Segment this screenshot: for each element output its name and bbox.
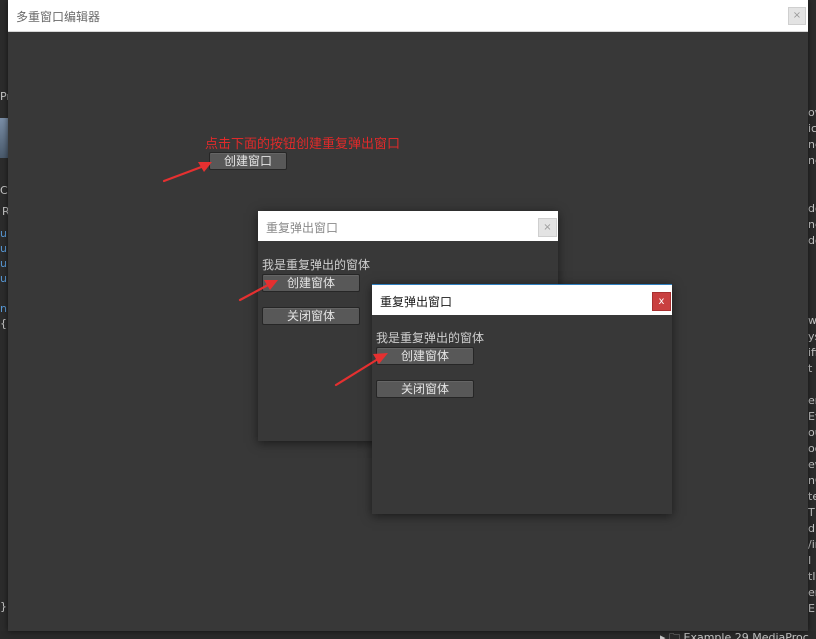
background-text: w (808, 314, 816, 327)
background-text: ew (808, 458, 816, 471)
background-text: ifi (808, 346, 816, 359)
background-text: T (808, 506, 815, 519)
background-code-text: u (0, 257, 7, 270)
main-window-close-button[interactable]: × (788, 7, 806, 25)
background-text: dl (808, 522, 816, 535)
background-text: ne (808, 218, 816, 231)
background-text: nc (808, 154, 816, 167)
background-text: nc (808, 138, 816, 151)
background-text: nC (808, 474, 816, 487)
main-window-title: 多重窗口编辑器 (16, 10, 101, 24)
red-arrow-annotation (162, 162, 212, 183)
arrow-shaft (334, 357, 380, 387)
background-code-text: u (0, 272, 7, 285)
background-text: ic (808, 122, 816, 135)
close-icon: x (658, 296, 665, 307)
create-window-button[interactable]: 创建窗口 (209, 152, 287, 170)
arrow-shaft (162, 164, 206, 183)
background-text: Co (0, 184, 8, 197)
popup-message: 我是重复弹出的窗体 (262, 258, 371, 272)
popup-message: 我是重复弹出的窗体 (376, 331, 485, 345)
popup-title: 重复弹出窗口 (380, 295, 453, 309)
popup-titlebar[interactable]: 重复弹出窗口 × (258, 211, 558, 241)
background-text: oo (808, 442, 816, 455)
background-text: /ir (808, 538, 816, 551)
background-text: ow (808, 106, 816, 119)
popup-close-button[interactable]: x (652, 292, 671, 311)
background-code-text: u (0, 242, 7, 255)
background-code-text: } (0, 600, 7, 613)
background-text: t (808, 362, 813, 375)
close-icon: × (792, 10, 802, 21)
background-text: ou (808, 426, 816, 439)
background-text: do (808, 202, 816, 215)
repeat-popup-window-focused: 重复弹出窗口 x 我是重复弹出的窗体 创建窗体 关闭窗体 (372, 284, 672, 514)
red-arrow-annotation (334, 353, 388, 387)
background-text: I (808, 554, 812, 567)
close-form-button[interactable]: 关闭窗体 (262, 307, 360, 325)
background-text: do (808, 234, 816, 247)
background-code-text: n (0, 302, 7, 315)
background-project-item[interactable]: ▸ 🗀 Example 29 MediaProc (660, 631, 816, 639)
red-arrow-annotation (238, 280, 278, 302)
background-text: Pr (0, 90, 8, 103)
background-text: en (808, 394, 816, 407)
background-text: ys (808, 330, 816, 343)
arrow-shaft (238, 283, 270, 302)
background-code-text: u (0, 227, 7, 240)
popup-title: 重复弹出窗口 (266, 221, 339, 235)
arrow-head (373, 353, 388, 364)
background-text: E (808, 602, 815, 615)
background-code-text: { (0, 317, 7, 330)
create-window-hint: 点击下面的按钮创建重复弹出窗口 (205, 137, 401, 152)
background-text: tl (808, 570, 816, 583)
background-text: Ev (808, 410, 816, 423)
background-text: er (808, 586, 816, 599)
background-thumbnail (0, 118, 8, 158)
close-icon: × (543, 222, 552, 233)
main-window-titlebar[interactable]: 多重窗口编辑器 × (8, 0, 808, 32)
background-text: te (808, 490, 816, 503)
popup-close-button[interactable]: × (538, 218, 557, 237)
popup-titlebar[interactable]: 重复弹出窗口 x (372, 284, 672, 315)
